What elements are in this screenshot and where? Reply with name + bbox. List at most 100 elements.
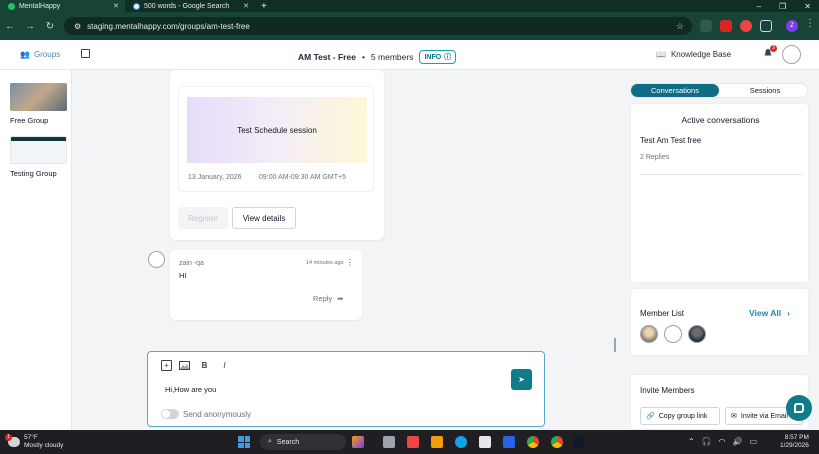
chevron-up-icon[interactable]: ⌃ (688, 437, 695, 446)
member-avatar[interactable] (640, 325, 658, 343)
book-icon: 📖 (656, 50, 666, 59)
event-title: Test Schedule session (237, 125, 317, 135)
chat-support-button[interactable] (786, 395, 812, 421)
system-clock[interactable]: 8:57 PM 1/29/2026 (780, 434, 809, 450)
send-button[interactable]: ➤ (511, 369, 532, 390)
forward-icon[interactable]: → (20, 21, 40, 32)
mail-icon[interactable] (503, 436, 515, 448)
conversation-tabs: Conversations Sessions (630, 83, 808, 98)
knowledge-base-label: Knowledge Base (670, 50, 732, 59)
back-icon[interactable]: ← (0, 21, 20, 32)
divider (640, 174, 802, 175)
image-icon[interactable] (179, 360, 190, 371)
battery-icon[interactable]: ▭ (750, 437, 758, 446)
volume-icon[interactable]: 🔊 (733, 437, 743, 446)
extension-icon[interactable] (700, 20, 712, 32)
browser-tab-google-search[interactable]: 500 words - Google Search ✕ (125, 0, 255, 12)
extensions-puzzle-icon[interactable] (760, 20, 772, 32)
taskbar-app-icon[interactable] (407, 436, 419, 448)
restore-icon[interactable]: ❐ (779, 2, 786, 11)
browser-tab-mentalhappy[interactable]: MentalHappy ✕ (0, 0, 125, 12)
invite-members-panel: Invite Members 🔗 Copy group link ✉ Invit… (630, 374, 809, 430)
message-input[interactable]: Hi,How are you (165, 385, 216, 394)
event-date: 13 January, 2026 (188, 174, 242, 181)
file-explorer-icon[interactable] (431, 436, 443, 448)
group-name: AM Test - Free (298, 52, 356, 62)
chrome-icon[interactable] (527, 436, 539, 448)
close-tab-icon[interactable]: ✕ (243, 2, 249, 10)
taskbar-app-icon[interactable] (352, 436, 364, 448)
member-list-title: Member List (640, 309, 685, 318)
italic-icon[interactable]: I (219, 360, 230, 371)
knowledge-base-link[interactable]: 📖 Knowledge Base (656, 50, 731, 59)
cloud-icon (5, 434, 20, 447)
windows-start-icon[interactable] (238, 436, 250, 448)
sidebar-item-label: Free Group (10, 116, 49, 125)
comment-time: 14 minutes ago (306, 260, 344, 266)
tab-label: 500 words - Google Search (144, 2, 230, 10)
weather-condition: Mostly cloudy (24, 442, 64, 449)
event-card[interactable]: Test Schedule session 13 January, 2026 0… (178, 86, 374, 192)
copy-group-link-button[interactable]: 🔗 Copy group link (640, 407, 720, 425)
chrome-icon[interactable] (551, 436, 563, 448)
notifications-bell-icon[interactable]: 3 (763, 45, 777, 58)
separator: • (361, 52, 365, 62)
invite-members-title: Invite Members (640, 386, 695, 395)
email-icon: ✉ (731, 413, 737, 420)
user-avatar[interactable] (782, 45, 801, 64)
address-bar[interactable]: ⚙ staging.mentalhappy.com/groups/am-test… (64, 17, 692, 35)
taskbar-app-icon[interactable] (573, 436, 585, 448)
event-banner: Test Schedule session (187, 97, 367, 163)
view-all-label: View All (749, 308, 782, 318)
site-info-icon[interactable]: ⚙ (74, 22, 81, 31)
member-list-panel: Member List View All › (630, 288, 809, 356)
groups-nav-link[interactable]: 👥 Groups (20, 50, 60, 59)
register-button[interactable]: Register (178, 207, 228, 229)
sidebar-item-testing-group[interactable]: Testing Group (10, 136, 67, 178)
anonymous-toggle[interactable] (161, 409, 179, 419)
reload-icon[interactable]: ↻ (40, 21, 60, 32)
comment-text: HI (179, 271, 187, 280)
task-view-icon[interactable] (383, 436, 395, 448)
info-button[interactable]: INFO ⓘ (419, 50, 457, 64)
feed-scrollbar[interactable] (614, 338, 616, 352)
commenter-avatar (148, 251, 165, 268)
tab-sessions[interactable]: Sessions (723, 84, 807, 97)
browser-menu-icon[interactable]: ⋮ (800, 18, 819, 29)
bookmark-star-icon[interactable]: ☆ (676, 21, 684, 32)
view-details-button[interactable]: View details (232, 207, 296, 229)
sidebar-item-free-group[interactable]: Free Group (10, 83, 67, 125)
sidebar-item-label: Testing Group (10, 169, 57, 178)
headset-icon[interactable]: 🎧 (702, 437, 712, 446)
reply-button[interactable]: Reply ➦ (313, 294, 343, 303)
member-avatar[interactable] (664, 325, 682, 343)
weather-widget[interactable]: 57°F Mostly cloudy (5, 434, 64, 450)
wifi-icon[interactable]: ◠ (719, 437, 726, 446)
comment-card: zain -qa 14 minutes ago ⋮ HI Reply ➦ (170, 250, 362, 320)
tab-conversations[interactable]: Conversations (631, 84, 719, 97)
event-post-card: Test Schedule session 13 January, 2026 0… (170, 70, 384, 240)
new-tab-icon[interactable]: + (255, 1, 273, 12)
close-window-icon[interactable]: ✕ (804, 2, 811, 11)
browser-toolbar: ← → ↻ ⚙ staging.mentalhappy.com/groups/a… (0, 12, 819, 40)
url-text: staging.mentalhappy.com/groups/am-test-f… (87, 21, 250, 31)
member-avatar[interactable] (688, 325, 706, 343)
event-time: 09:00 AM-09:30 AM GMT+5 (259, 174, 346, 181)
store-icon[interactable] (479, 436, 491, 448)
bold-icon[interactable]: B (199, 360, 210, 371)
clock-time: 8:57 PM (784, 434, 809, 441)
close-tab-icon[interactable]: ✕ (113, 2, 119, 10)
window-controls: – ❐ ✕ (757, 0, 811, 12)
minimize-icon[interactable]: – (757, 2, 761, 11)
view-all-link[interactable]: View All › (749, 308, 790, 318)
taskbar-search[interactable]: ⌕ Search (260, 434, 346, 450)
more-options-icon[interactable]: ⋮ (346, 258, 354, 267)
calendar-icon[interactable] (81, 49, 90, 58)
add-attachment-icon[interactable]: + (161, 360, 172, 371)
extension-icon[interactable] (720, 20, 732, 32)
profile-avatar[interactable]: Z (786, 20, 798, 32)
group-thumbnail (10, 83, 67, 111)
groups-label: Groups (33, 50, 61, 59)
edge-browser-icon[interactable] (455, 436, 467, 448)
extension-icon[interactable] (740, 20, 752, 32)
